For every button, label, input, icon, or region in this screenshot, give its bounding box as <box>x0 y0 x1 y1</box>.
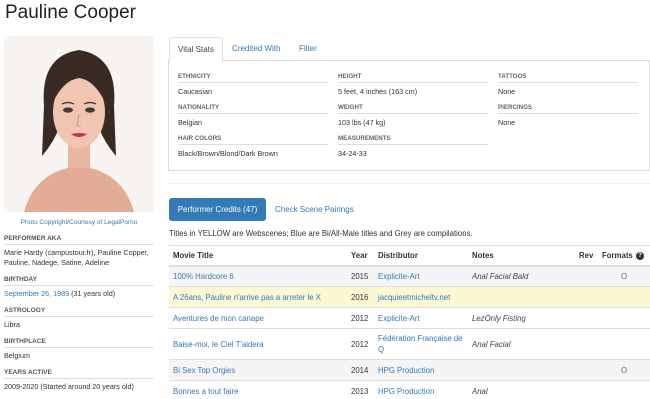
cell-distributor[interactable]: jacquieetmicheltv.net <box>374 286 468 308</box>
weight-label: WEIGHT <box>338 104 488 114</box>
cell-movie-title[interactable]: Bonnes a tout faire <box>169 380 347 399</box>
cell-distributor[interactable]: HPG Production <box>374 359 468 381</box>
birthday-value: September 26, 1989 (31 years old) <box>4 289 154 299</box>
col-distributor[interactable]: Distributor <box>374 245 468 267</box>
table-row: A 26ans, Pauline n'arrive pas a arreter … <box>169 286 650 308</box>
cell-movie-title[interactable]: 100% Hardcore 6 <box>169 265 347 287</box>
cell-notes <box>468 286 575 308</box>
cell-formats[interactable]: O <box>598 359 650 381</box>
astrology-link[interactable]: Libra <box>4 320 154 330</box>
cell-rev <box>575 307 598 329</box>
tattoos-value: None <box>498 87 516 96</box>
measurements-value: 34-24-33 <box>338 149 367 158</box>
hair-label: HAIR COLORS <box>178 135 328 145</box>
cell-rev <box>575 286 598 308</box>
nationality-value: Belgian <box>178 118 202 127</box>
birthday-link[interactable]: September 26, 1989 <box>4 289 69 298</box>
check-scene-pairings-link[interactable]: Check Scene Pairings <box>275 198 354 221</box>
cell-notes: Anal <box>468 380 575 399</box>
birthday-age: (31 years old) <box>71 289 116 298</box>
cell-formats <box>598 380 650 399</box>
cell-distributor[interactable]: Explicite-Art <box>374 265 468 287</box>
table-row: Bi Sex Top Orgies 2014 HPG Production O <box>169 359 650 381</box>
cell-movie-title[interactable]: Aventures de mon canape <box>169 307 347 329</box>
cell-rev <box>575 359 598 381</box>
tab-filter[interactable]: Filter <box>291 37 325 61</box>
table-row: Baise-moi, le Ciel T'aidera 2012 Fédératio… <box>169 328 650 360</box>
measurements-label: MEASUREMENTS <box>338 135 488 145</box>
col-year[interactable]: Year <box>347 245 374 267</box>
years-active-label: YEARS ACTIVE <box>4 369 154 379</box>
cell-rev <box>575 380 598 399</box>
table-row: Bonnes a tout faire 2013 HPG Production Ana… <box>169 380 650 399</box>
col-rev[interactable]: Rev <box>575 245 598 267</box>
cell-movie-title[interactable]: A 26ans, Pauline n'arrive pas a arreter … <box>169 286 347 308</box>
piercings-value: None <box>498 118 516 127</box>
cell-distributor[interactable]: Explicite-Art <box>374 307 468 329</box>
cell-movie-title[interactable]: Bi Sex Top Orgies <box>169 359 347 381</box>
cell-formats <box>598 307 650 329</box>
col-formats[interactable]: Formats ? <box>598 245 650 267</box>
cell-rev <box>575 265 598 287</box>
table-row: 100% Hardcore 6 2015 Explicite-Art Anal Fac… <box>169 265 650 287</box>
table-row: Aventures de mon canape 2012 Explicite-Art… <box>169 307 650 329</box>
cell-formats[interactable]: O <box>598 265 650 287</box>
page-title: Pauline Cooper <box>5 2 136 23</box>
cell-year: 2012 <box>347 307 374 329</box>
birthplace-label: BIRTHPLACE <box>4 338 154 348</box>
col-notes[interactable]: Notes <box>468 245 575 267</box>
cell-year: 2013 <box>347 380 374 399</box>
cell-year: 2014 <box>347 359 374 381</box>
cell-distributor[interactable]: HPG Production <box>374 380 468 399</box>
cell-year: 2012 <box>347 328 374 360</box>
cell-formats <box>598 286 650 308</box>
weight-value: 103 lbs (47 kg) <box>338 118 386 127</box>
cell-year: 2016 <box>347 286 374 308</box>
stats-tabs: Vital Stats Credited With Filter <box>168 37 650 62</box>
cell-distributor[interactable]: Fédération Française de Q <box>374 328 468 360</box>
cell-notes: Anal Facial Bald <box>468 265 575 287</box>
piercings-label: PIERCINGS <box>498 104 638 114</box>
credits-table: Movie Title Year Distributor Notes Rev F… <box>169 245 650 399</box>
cell-notes: LezOnly Fisting <box>468 307 575 329</box>
tattoos-label: TATTOOS <box>498 73 638 83</box>
credits-legend: Titles in YELLOW are Webscenes; Blue are… <box>169 229 473 238</box>
ethnicity-value: Caucasian <box>178 87 212 96</box>
col-movie-title[interactable]: Movie Title <box>169 245 347 267</box>
birthday-label: BIRTHDAY <box>4 276 154 286</box>
vital-stats-panel: ETHNICITY Caucasian NATIONALITY Belgian … <box>168 61 650 171</box>
aka-value: Marie Hardy (campustour.fr), Pauline Cop… <box>4 248 149 267</box>
cell-year: 2015 <box>347 265 374 287</box>
performer-sidebar: Photo Copyright/Courtesy of LegalPorno P… <box>4 36 154 392</box>
ethnicity-label: ETHNICITY <box>178 73 328 83</box>
tab-credited-with[interactable]: Credited With <box>224 37 288 61</box>
nationality-label: NATIONALITY <box>178 104 328 114</box>
aka-label: PERFORMER AKA <box>4 235 154 245</box>
performer-photo <box>4 36 154 212</box>
cell-notes: Anal Facial <box>468 328 575 360</box>
cell-rev <box>575 328 598 360</box>
photo-credit[interactable]: Photo Copyright/Courtesy of LegalPorno <box>4 218 154 227</box>
astrology-label: ASTROLOGY <box>4 307 154 317</box>
hair-value: Black/Brown/Blond/Dark Brown <box>178 149 278 158</box>
birthplace-value: Belgium <box>4 351 30 360</box>
cell-formats <box>598 328 650 360</box>
table-header-row: Movie Title Year Distributor Notes Rev F… <box>169 245 650 267</box>
col-formats-label: Formats <box>602 250 633 260</box>
cell-notes <box>468 359 575 381</box>
performer-credits-button[interactable]: Performer Credits (47) <box>169 198 266 221</box>
height-label: HEIGHT <box>338 73 488 83</box>
question-circle-icon[interactable]: ? <box>635 251 644 260</box>
tab-vital-stats[interactable]: Vital Stats <box>169 37 223 62</box>
years-active-value: 2009-2020 (Started around 20 years old) <box>4 382 134 391</box>
cell-movie-title[interactable]: Baise-moi, le Ciel T'aidera <box>169 328 347 360</box>
height-value: 5 feet, 4 inches (163 cm) <box>338 87 418 96</box>
divider <box>168 183 650 184</box>
